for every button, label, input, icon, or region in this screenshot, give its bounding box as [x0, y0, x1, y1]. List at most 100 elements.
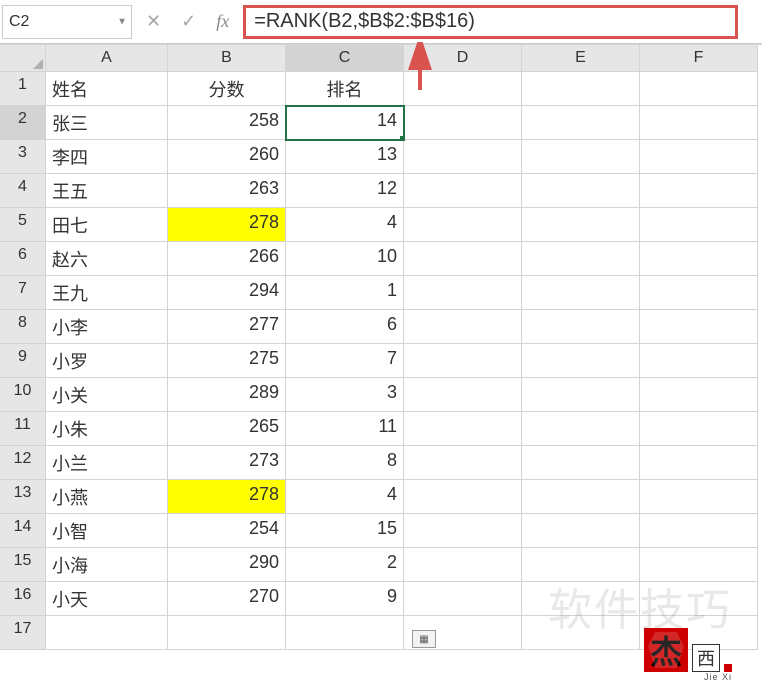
- name-box[interactable]: C2 ▼: [2, 5, 132, 39]
- cell-D11[interactable]: [404, 412, 522, 446]
- cell-E12[interactable]: [522, 446, 640, 480]
- cell-D14[interactable]: [404, 514, 522, 548]
- cell-F12[interactable]: [640, 446, 758, 480]
- cell-E14[interactable]: [522, 514, 640, 548]
- row-header-3[interactable]: 3: [0, 140, 46, 174]
- cell-B17[interactable]: [168, 616, 286, 650]
- cell-C14[interactable]: 15: [286, 514, 404, 548]
- cell-A9[interactable]: 小罗: [46, 344, 168, 378]
- cell-F9[interactable]: [640, 344, 758, 378]
- cell-B11[interactable]: 265: [168, 412, 286, 446]
- row-header-5[interactable]: 5: [0, 208, 46, 242]
- row-header-14[interactable]: 14: [0, 514, 46, 548]
- row-header-9[interactable]: 9: [0, 344, 46, 378]
- cell-C17[interactable]: [286, 616, 404, 650]
- row-header-16[interactable]: 16: [0, 582, 46, 616]
- column-header-D[interactable]: D: [404, 45, 522, 72]
- cell-A16[interactable]: 小天: [46, 582, 168, 616]
- cell-E15[interactable]: [522, 548, 640, 582]
- chevron-down-icon[interactable]: ▼: [117, 16, 127, 27]
- cell-F1[interactable]: [640, 72, 758, 106]
- cell-F4[interactable]: [640, 174, 758, 208]
- cell-A1[interactable]: 姓名: [46, 72, 168, 106]
- cell-F14[interactable]: [640, 514, 758, 548]
- cell-D7[interactable]: [404, 276, 522, 310]
- cell-C15[interactable]: 2: [286, 548, 404, 582]
- cell-C16[interactable]: 9: [286, 582, 404, 616]
- cell-D2[interactable]: [404, 106, 522, 140]
- cell-D15[interactable]: [404, 548, 522, 582]
- cell-F3[interactable]: [640, 140, 758, 174]
- cell-B14[interactable]: 254: [168, 514, 286, 548]
- cell-C7[interactable]: 1: [286, 276, 404, 310]
- column-header-C[interactable]: C: [286, 45, 404, 72]
- row-header-6[interactable]: 6: [0, 242, 46, 276]
- cell-E4[interactable]: [522, 174, 640, 208]
- cell-C10[interactable]: 3: [286, 378, 404, 412]
- cell-D6[interactable]: [404, 242, 522, 276]
- column-header-B[interactable]: B: [168, 45, 286, 72]
- cell-A6[interactable]: 赵六: [46, 242, 168, 276]
- select-all-corner[interactable]: [0, 45, 46, 72]
- cell-A11[interactable]: 小朱: [46, 412, 168, 446]
- cell-F7[interactable]: [640, 276, 758, 310]
- cell-A3[interactable]: 李四: [46, 140, 168, 174]
- cell-B5[interactable]: 278: [168, 208, 286, 242]
- row-header-1[interactable]: 1: [0, 72, 46, 106]
- cell-B2[interactable]: 258: [168, 106, 286, 140]
- cell-A17[interactable]: [46, 616, 168, 650]
- cell-B6[interactable]: 266: [168, 242, 286, 276]
- row-header-4[interactable]: 4: [0, 174, 46, 208]
- cell-F16[interactable]: [640, 582, 758, 616]
- cell-C11[interactable]: 11: [286, 412, 404, 446]
- cell-A15[interactable]: 小海: [46, 548, 168, 582]
- cell-E8[interactable]: [522, 310, 640, 344]
- cell-D9[interactable]: [404, 344, 522, 378]
- column-header-E[interactable]: E: [522, 45, 640, 72]
- cell-A12[interactable]: 小兰: [46, 446, 168, 480]
- cell-F11[interactable]: [640, 412, 758, 446]
- cell-C6[interactable]: 10: [286, 242, 404, 276]
- cell-C12[interactable]: 8: [286, 446, 404, 480]
- row-header-11[interactable]: 11: [0, 412, 46, 446]
- cell-C8[interactable]: 6: [286, 310, 404, 344]
- cell-E3[interactable]: [522, 140, 640, 174]
- cell-D5[interactable]: [404, 208, 522, 242]
- cell-C4[interactable]: 12: [286, 174, 404, 208]
- column-header-A[interactable]: A: [46, 45, 168, 72]
- cell-B9[interactable]: 275: [168, 344, 286, 378]
- cell-E7[interactable]: [522, 276, 640, 310]
- cell-E2[interactable]: [522, 106, 640, 140]
- cell-E16[interactable]: [522, 582, 640, 616]
- cell-A7[interactable]: 王九: [46, 276, 168, 310]
- cell-B8[interactable]: 277: [168, 310, 286, 344]
- cell-B7[interactable]: 294: [168, 276, 286, 310]
- cell-E1[interactable]: [522, 72, 640, 106]
- cell-C13[interactable]: 4: [286, 480, 404, 514]
- row-header-15[interactable]: 15: [0, 548, 46, 582]
- cell-E6[interactable]: [522, 242, 640, 276]
- row-header-7[interactable]: 7: [0, 276, 46, 310]
- row-header-10[interactable]: 10: [0, 378, 46, 412]
- cancel-icon[interactable]: ✕: [146, 11, 161, 32]
- fx-icon[interactable]: fx: [216, 11, 229, 32]
- cell-A10[interactable]: 小关: [46, 378, 168, 412]
- cell-D1[interactable]: [404, 72, 522, 106]
- spreadsheet-grid[interactable]: ABCDEF1姓名分数排名2张三258143李四260134王五263125田七…: [0, 44, 762, 650]
- cell-E11[interactable]: [522, 412, 640, 446]
- cell-F5[interactable]: [640, 208, 758, 242]
- cell-B3[interactable]: 260: [168, 140, 286, 174]
- cell-A5[interactable]: 田七: [46, 208, 168, 242]
- row-header-8[interactable]: 8: [0, 310, 46, 344]
- enter-icon[interactable]: ✓: [181, 11, 196, 32]
- row-header-13[interactable]: 13: [0, 480, 46, 514]
- cell-A4[interactable]: 王五: [46, 174, 168, 208]
- cell-C9[interactable]: 7: [286, 344, 404, 378]
- row-header-17[interactable]: 17: [0, 616, 46, 650]
- cell-A14[interactable]: 小智: [46, 514, 168, 548]
- cell-A2[interactable]: 张三: [46, 106, 168, 140]
- cell-C1[interactable]: 排名: [286, 72, 404, 106]
- cell-F10[interactable]: [640, 378, 758, 412]
- cell-F13[interactable]: [640, 480, 758, 514]
- cell-D3[interactable]: [404, 140, 522, 174]
